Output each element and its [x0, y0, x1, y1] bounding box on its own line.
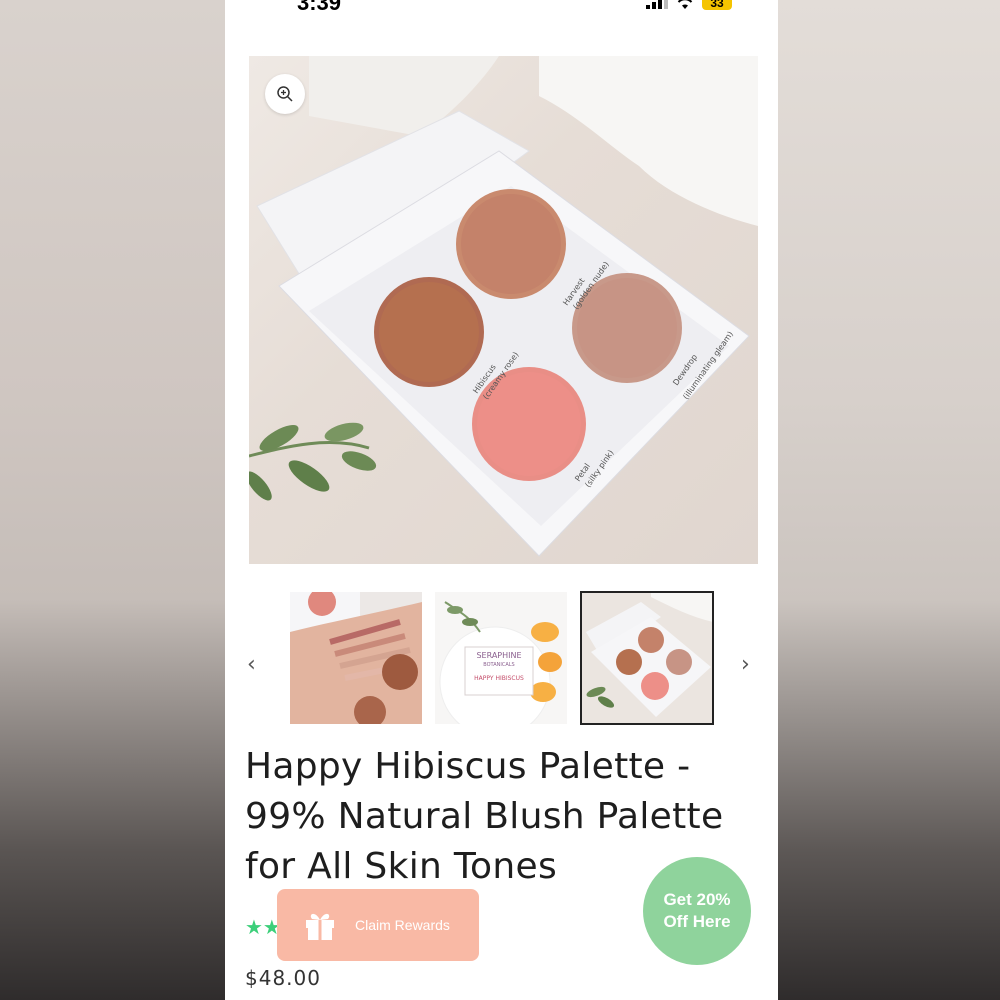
wifi-icon: [677, 0, 693, 9]
palette-illustration: Harvest (golden nude) Hibiscus (creamy r…: [249, 56, 758, 557]
discount-line2: Off Here: [663, 912, 731, 931]
discount-line1: Get 20%: [663, 890, 731, 909]
cellular-signal-icon: [646, 0, 668, 9]
main-product-image[interactable]: Harvest (golden nude) Hibiscus (creamy r…: [249, 56, 758, 564]
thumbnail-palette[interactable]: [580, 591, 714, 725]
carousel-prev-button[interactable]: ‹: [247, 652, 256, 677]
phone-screen: 3:39 33 Harvest (golden nude) Hibiscus (…: [225, 0, 778, 1000]
status-icons: 33: [646, 0, 732, 10]
carousel-next-button[interactable]: ›: [741, 652, 750, 677]
background-right: [778, 0, 1000, 1000]
thumb-sub: BOTANICALS: [483, 662, 514, 668]
thumbnail-palette-image: [581, 592, 713, 724]
zoom-button[interactable]: [265, 74, 305, 114]
thumbnail-packaging-image: SERAPHINE BOTANICALS HAPPY HIBISCUS: [435, 592, 567, 724]
battery-indicator: 33: [702, 0, 732, 10]
thumb-product: HAPPY HIBISCUS: [474, 675, 524, 682]
thumbnail-packaging[interactable]: SERAPHINE BOTANICALS HAPPY HIBISCUS: [435, 592, 567, 724]
thumb-brand: SERAPHINE: [476, 651, 521, 660]
rating-stars[interactable]: ★★: [245, 915, 281, 939]
claim-rewards-button[interactable]: Claim Rewards: [277, 889, 479, 961]
product-price: $48.00: [245, 966, 321, 990]
thumbnail-swatches-image: [290, 592, 422, 724]
claim-rewards-label: Claim Rewards: [355, 917, 450, 933]
zoom-in-icon: [277, 86, 293, 102]
status-time: 3:39: [297, 0, 342, 15]
discount-badge-button[interactable]: Get 20% Off Here: [643, 857, 751, 965]
thumbnail-swatches[interactable]: [290, 592, 422, 724]
gift-icon: [306, 913, 334, 940]
background-left: [0, 0, 225, 1000]
